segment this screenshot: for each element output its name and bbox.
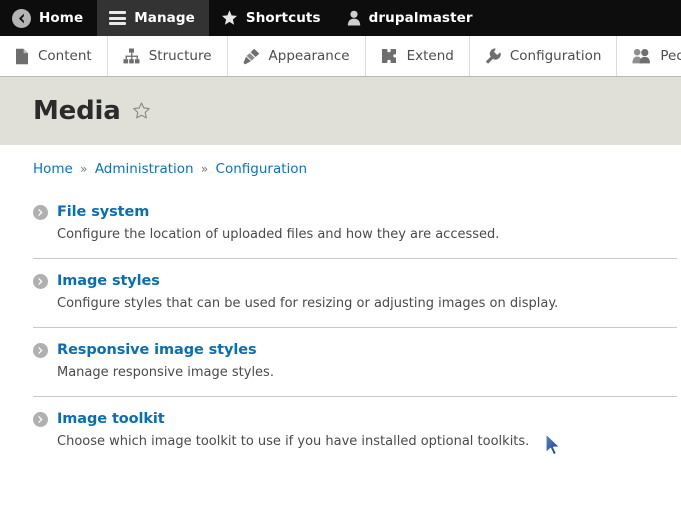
puzzle-piece-icon bbox=[381, 48, 398, 64]
menu-item-configuration[interactable]: Configuration bbox=[470, 36, 618, 76]
menu-item-configuration-label: Configuration bbox=[509, 48, 602, 64]
list-item-header: File system bbox=[33, 204, 677, 220]
admin-tab-shortcuts-label: Shortcuts bbox=[245, 10, 321, 26]
admin-tab-user[interactable]: drupalmaster bbox=[335, 0, 487, 36]
admin-tab-user-label: drupalmaster bbox=[368, 10, 473, 26]
breadcrumb-item-configuration[interactable]: Configuration bbox=[216, 161, 308, 177]
list-item: File system Configure the location of up… bbox=[33, 190, 677, 258]
chevron-right-icon bbox=[33, 411, 48, 427]
menu-item-appearance[interactable]: Appearance bbox=[228, 36, 366, 76]
menu-item-people[interactable]: People bbox=[617, 36, 681, 76]
wrench-icon bbox=[485, 48, 501, 65]
admin-tab-manage-label: Manage bbox=[134, 10, 195, 26]
chevron-right-icon bbox=[33, 204, 48, 220]
list-item-link-image-toolkit[interactable]: Image toolkit bbox=[57, 411, 165, 427]
list-item-link-file-system[interactable]: File system bbox=[57, 204, 149, 220]
users-icon bbox=[632, 48, 651, 64]
list-item: Image toolkit Choose which image toolkit… bbox=[33, 396, 677, 465]
list-item-header: Image styles bbox=[33, 273, 677, 289]
list-item-header: Image toolkit bbox=[33, 411, 677, 427]
breadcrumb-item-administration[interactable]: Administration bbox=[95, 161, 194, 177]
admin-toolbar: Home Manage Shortcuts drupalmaster bbox=[0, 0, 681, 36]
page-title: Media bbox=[33, 96, 121, 126]
chevron-right-icon bbox=[33, 273, 48, 289]
hamburger-icon bbox=[109, 11, 127, 25]
menu-item-content[interactable]: Content bbox=[0, 36, 108, 76]
breadcrumb-item-home[interactable]: Home bbox=[33, 161, 73, 177]
menu-item-appearance-label: Appearance bbox=[268, 48, 350, 64]
list-item-description: Manage responsive image styles. bbox=[57, 365, 274, 380]
menu-item-structure-label: Structure bbox=[148, 48, 212, 64]
document-icon bbox=[15, 48, 29, 65]
menu-item-extend-label: Extend bbox=[406, 48, 454, 64]
list-item-description: Configure styles that can be used for re… bbox=[57, 296, 559, 311]
star-icon bbox=[221, 10, 238, 26]
menu-item-people-label: People bbox=[660, 48, 681, 64]
breadcrumb-separator: » bbox=[200, 162, 209, 176]
list-item: Image styles Configure styles that can b… bbox=[33, 258, 677, 327]
main-content: Home » Administration » Configuration Fi… bbox=[0, 145, 681, 465]
breadcrumb-separator: » bbox=[80, 162, 88, 176]
admin-tab-manage[interactable]: Manage bbox=[97, 0, 209, 36]
admin-tab-shortcuts[interactable]: Shortcuts bbox=[209, 0, 335, 36]
admin-tab-home-label: Home bbox=[39, 10, 84, 26]
list-item: Responsive image styles Manage responsiv… bbox=[33, 327, 677, 396]
list-item-link-image-styles[interactable]: Image styles bbox=[57, 273, 160, 289]
page-header: Media bbox=[0, 77, 681, 145]
menu-item-structure[interactable]: Structure bbox=[108, 36, 228, 76]
list-item-description: Configure the location of uploaded files… bbox=[57, 227, 500, 242]
list-item-link-responsive-image-styles[interactable]: Responsive image styles bbox=[57, 342, 257, 358]
admin-menu-bar: Content Structure Appearance Extend Conf… bbox=[0, 36, 681, 77]
breadcrumb: Home » Administration » Configuration bbox=[33, 145, 681, 177]
menu-item-content-label: Content bbox=[38, 48, 92, 64]
user-icon bbox=[347, 10, 361, 26]
star-outline-icon[interactable] bbox=[132, 102, 151, 120]
sitemap-icon bbox=[123, 48, 140, 64]
paintbrush-icon bbox=[243, 48, 260, 65]
back-circle-icon bbox=[12, 8, 31, 28]
list-item-description: Choose which image toolkit to use if you… bbox=[57, 434, 530, 449]
admin-block-list: File system Configure the location of up… bbox=[33, 190, 677, 465]
chevron-right-icon bbox=[33, 342, 48, 358]
list-item-header: Responsive image styles bbox=[33, 342, 677, 358]
admin-tab-home[interactable]: Home bbox=[0, 0, 97, 36]
menu-item-extend[interactable]: Extend bbox=[366, 36, 470, 76]
